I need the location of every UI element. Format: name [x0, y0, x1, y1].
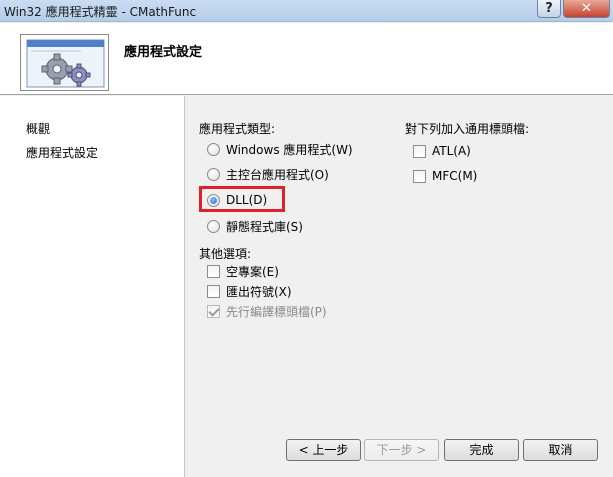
- checkbox-export-symbols[interactable]: 匯出符號(X): [207, 282, 292, 300]
- gears-icon: [20, 34, 109, 91]
- radio-label: 主控台應用程式(O): [226, 167, 329, 182]
- checkbox-label: MFC(M): [432, 169, 478, 183]
- checkbox-precompiled-header: 先行編譯標頭檔(P): [207, 302, 327, 320]
- sidebar-item-overview[interactable]: 概觀: [26, 120, 50, 137]
- common-headers-label: 對下列加入通用標頭檔:: [405, 122, 530, 136]
- radio-label: Windows 應用程式(W): [226, 142, 353, 157]
- help-button[interactable]: ?: [537, 0, 561, 18]
- cancel-button[interactable]: 取消: [523, 439, 598, 461]
- title-bar: Win32 應用程式精靈 - CMathFunc ? ✕: [0, 0, 613, 22]
- radio-button[interactable]: [207, 219, 220, 233]
- checkbox-label: 先行編譯標頭檔(P): [226, 304, 327, 319]
- radio-button[interactable]: [207, 142, 220, 156]
- checkbox-label: ATL(A): [432, 144, 471, 158]
- radio-label: 靜態程式庫(S): [226, 219, 303, 234]
- checkbox-atl[interactable]: ATL(A): [413, 142, 471, 160]
- checkbox-mfc[interactable]: MFC(M): [413, 167, 477, 185]
- radio-windows-app[interactable]: Windows 應用程式(W): [207, 140, 353, 158]
- other-options-label: 其他選項:: [199, 247, 252, 261]
- radio-static-lib[interactable]: 靜態程式庫(S): [207, 217, 303, 235]
- window-title: Win32 應用程式精靈 - CMathFunc: [4, 5, 197, 19]
- prev-button[interactable]: < 上一步: [286, 439, 361, 461]
- radio-dll[interactable]: DLL(D): [207, 191, 267, 209]
- checkbox[interactable]: [413, 169, 426, 183]
- radio-button[interactable]: [207, 167, 220, 181]
- checkbox-label: 匯出符號(X): [226, 284, 292, 299]
- wizard-header: 應用程式設定: [0, 23, 613, 95]
- checkbox-empty-project[interactable]: 空專案(E): [207, 262, 279, 280]
- checkbox[interactable]: [207, 284, 220, 298]
- checkbox[interactable]: [413, 144, 426, 158]
- checkbox-disabled-checked: [207, 304, 220, 318]
- sidebar-item-app-settings[interactable]: 應用程式設定: [26, 144, 98, 161]
- radio-button-selected[interactable]: [207, 193, 220, 207]
- checkbox-label: 空專案(E): [226, 264, 279, 279]
- app-type-label: 應用程式類型:: [199, 122, 276, 136]
- wizard-sidebar: 概觀 應用程式設定: [0, 96, 185, 477]
- radio-console-app[interactable]: 主控台應用程式(O): [207, 165, 329, 183]
- page-title: 應用程式設定: [124, 45, 203, 60]
- radio-label: DLL(D): [226, 193, 268, 207]
- close-button[interactable]: ✕: [563, 0, 610, 18]
- finish-button[interactable]: 完成: [444, 439, 519, 461]
- next-button: 下一步 >: [364, 439, 439, 461]
- checkbox[interactable]: [207, 264, 220, 278]
